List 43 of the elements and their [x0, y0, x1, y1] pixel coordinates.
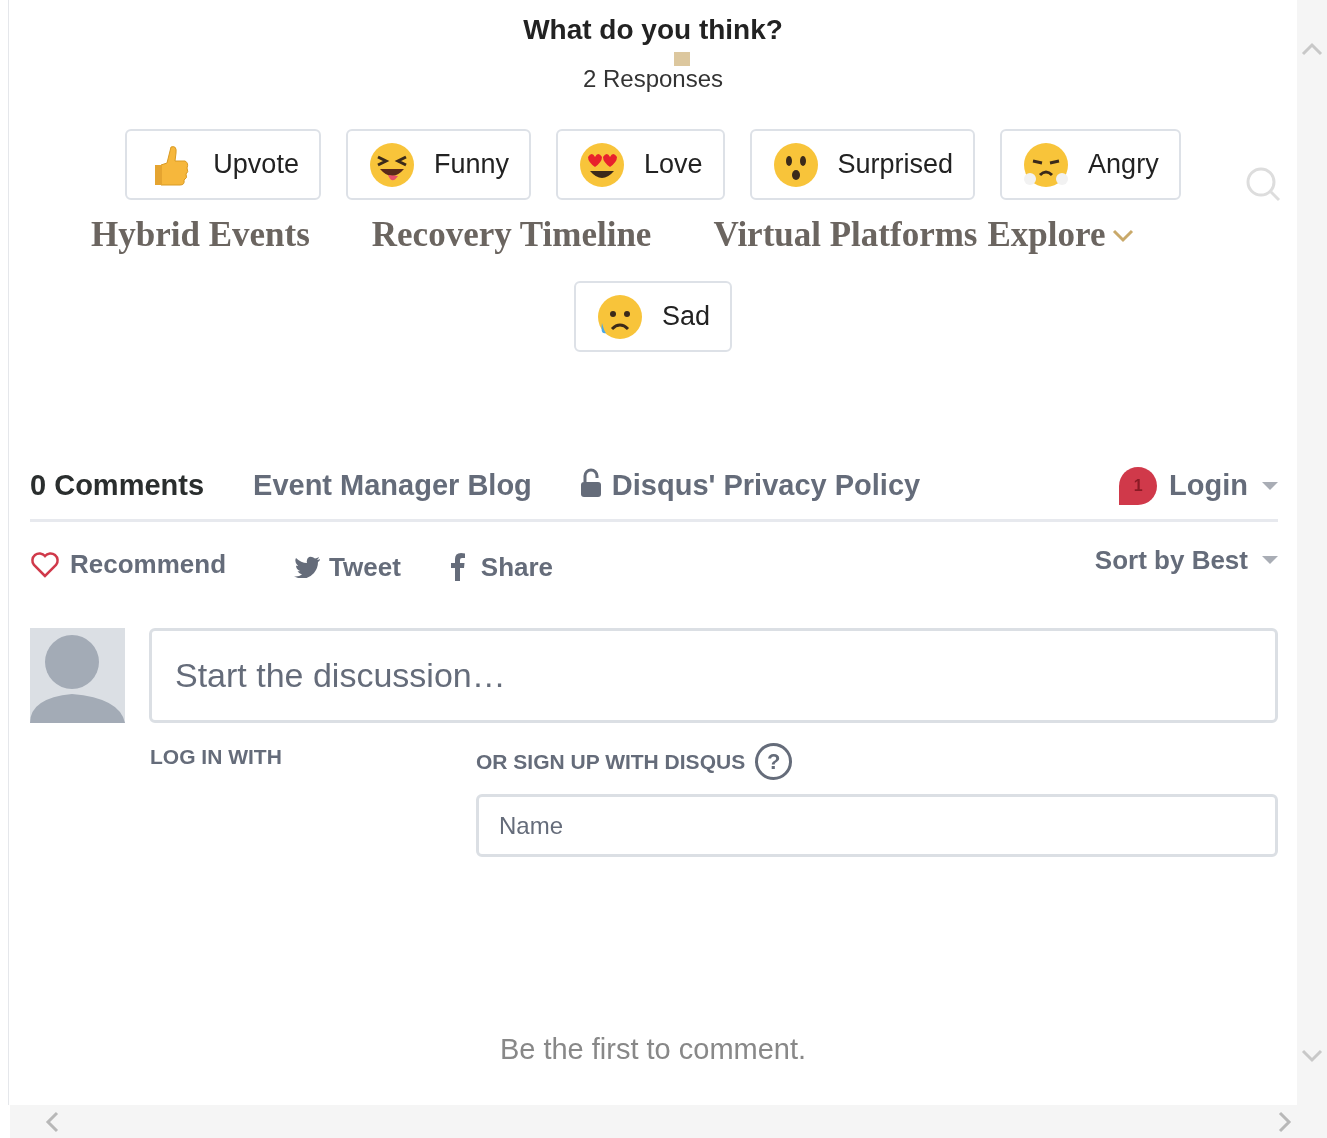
tweet-button[interactable]: Tweet [294, 547, 401, 587]
laughing-face-icon [367, 140, 416, 189]
nav-link[interactable]: Recovery Timeline [371, 213, 652, 257]
nav-link[interactable]: Hybrid Events [91, 213, 310, 257]
chevron-left-icon[interactable] [44, 1109, 60, 1134]
signup-label: OR SIGN UP WITH DISQUS [476, 748, 746, 775]
caret-icon [1262, 556, 1278, 564]
lock-icon [579, 467, 602, 498]
facebook-f-icon [450, 553, 465, 581]
angry-face-icon [1022, 140, 1071, 189]
help-button[interactable]: ? [755, 743, 793, 780]
login-with-label: LOG IN WITH [150, 744, 283, 770]
bird-icon [294, 556, 322, 578]
reaction-button[interactable]: Surprised [749, 129, 976, 200]
reaction-button[interactable]: Love [555, 129, 725, 200]
chevron-down-icon[interactable] [1301, 1049, 1323, 1063]
surprised-face-icon [771, 140, 820, 189]
nav-link[interactable]: Explore [987, 213, 1106, 257]
heart-icon [30, 550, 60, 578]
reaction-button[interactable]: Funny [345, 129, 531, 200]
caret-icon [1262, 481, 1278, 490]
privacy-link[interactable]: Disqus' Privacy Policy [611, 463, 921, 508]
comment-count: 0 Comments [30, 467, 205, 503]
chevron-up-icon[interactable] [1301, 42, 1323, 56]
poll-title: What do you think? [523, 13, 783, 47]
sort-dropdown[interactable]: Sort by Best [1094, 540, 1278, 580]
empty-message: Be the first to comment. [499, 1032, 807, 1067]
share-button[interactable]: Share [450, 547, 554, 587]
name-input-field[interactable]: Name [476, 794, 1278, 857]
reaction-button[interactable]: Angry [1000, 129, 1181, 200]
heart-eyes-face-icon [577, 140, 626, 189]
comment-input-field[interactable]: Start the discussion… [149, 628, 1278, 723]
chevron-right-icon[interactable] [1277, 1109, 1293, 1134]
login-button[interactable]: Login [1169, 463, 1278, 508]
response-count: 2 Responses [582, 66, 724, 92]
nav-link[interactable]: Virtual Platforms [713, 213, 978, 257]
reaction-button[interactable]: Upvote [125, 129, 321, 200]
recommend-button[interactable]: Recommend [30, 544, 227, 584]
chevron-down-icon[interactable] [1111, 227, 1136, 243]
community-link[interactable]: Event Manager Blog [253, 463, 532, 508]
sad-face-icon [595, 292, 644, 341]
reaction-button[interactable]: Sad [573, 281, 732, 352]
notification-badge: 1 [1119, 466, 1158, 505]
